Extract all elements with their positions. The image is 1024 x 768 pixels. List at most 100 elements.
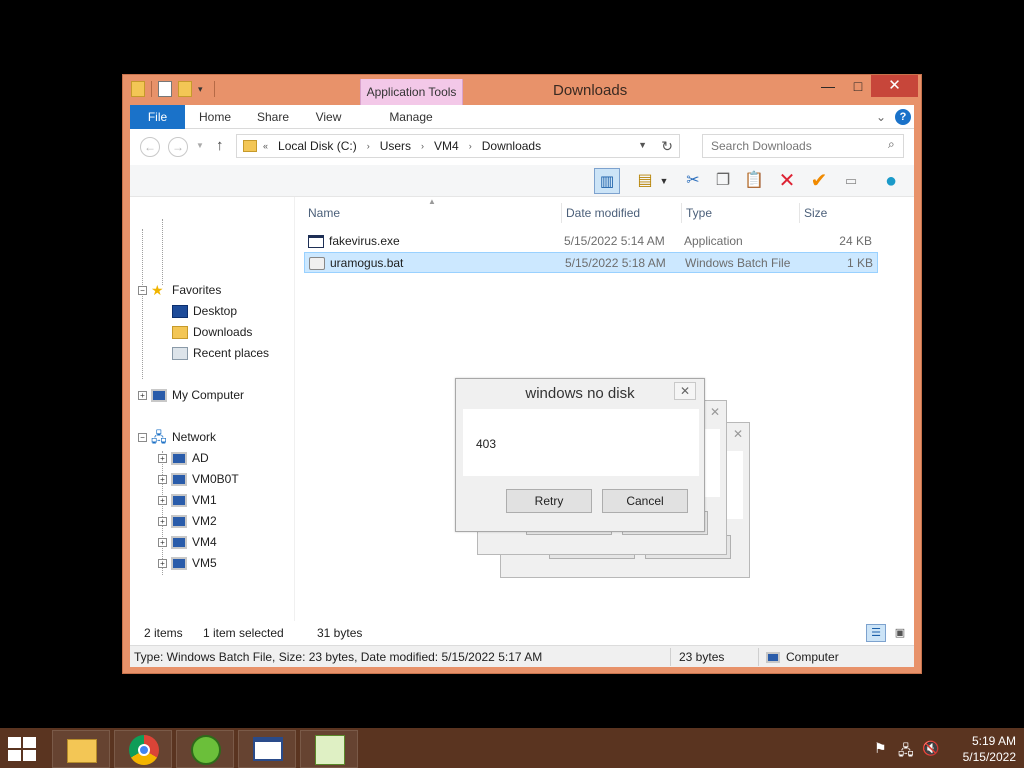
tree-item-vm1[interactable]: + VM1 [158,491,217,509]
file-date: 5/15/2022 5:18 AM [565,256,666,270]
cancel-button[interactable]: Cancel [602,489,688,513]
close-button[interactable]: ✕ [871,75,918,97]
chevron-down-icon[interactable]: ▾ [198,84,208,94]
column-header-date-modified[interactable]: Date modified [562,203,682,223]
explorer-window: ▾ Application Tools Downloads — □ ✕ File… [122,74,922,674]
back-button[interactable]: ← [140,137,160,157]
paste-icon[interactable]: 📋 [741,168,767,194]
status-bar: 2 items 1 item selected 31 bytes ☰ ▣ [130,621,914,645]
maximize-button[interactable]: □ [843,75,873,97]
breadcrumb-downloads[interactable]: Downloads [482,139,541,153]
expand-ribbon-icon[interactable]: ⌄ [874,105,888,129]
expand-icon[interactable]: + [158,538,167,548]
column-header-name[interactable]: Name [304,203,562,223]
action-center-flag-icon[interactable]: ⚑ [874,740,887,757]
taskbar-file-explorer[interactable] [52,730,110,768]
expand-icon[interactable]: + [158,496,167,506]
file-size: 1 KB [846,256,873,270]
tree-item-favorites[interactable]: − ★ Favorites [138,281,221,299]
breadcrumb-users[interactable]: Users [380,139,411,153]
application-tools-label: Application Tools [360,79,463,105]
dialog-close-button[interactable]: ✕ [674,382,696,400]
tree-item-downloads[interactable]: Downloads [172,323,252,341]
rename-icon[interactable]: ▭ [838,168,864,194]
preview-pane-icon[interactable]: ▥ [594,168,620,194]
breadcrumb-vm4[interactable]: VM4 [434,139,459,153]
up-button[interactable]: ↑ [216,137,224,154]
details-description: Type: Windows Batch File, Size: 23 bytes… [134,650,543,664]
file-row-selected[interactable]: uramogus.bat 5/15/2022 5:18 AM Windows B… [304,252,878,273]
checkmark-icon[interactable]: ✔ [806,168,832,194]
taskbar-chrome[interactable] [114,730,172,768]
tree-item-network[interactable]: − 🖧 Network [138,428,216,446]
start-button[interactable] [8,737,38,761]
file-name-cell: fakevirus.exe [308,231,400,252]
tree-item-vm2[interactable]: + VM2 [158,512,217,530]
properties-icon[interactable] [158,81,172,97]
chevron-right-icon[interactable]: › [421,141,424,151]
address-dropdown-icon[interactable]: ▼ [638,140,647,150]
tree-item-recent-places[interactable]: Recent places [172,344,269,362]
tree-item-vm4[interactable]: + VM4 [158,533,217,551]
column-header-size[interactable]: Size [800,203,880,223]
tab-manage[interactable]: Manage [382,105,440,129]
expand-icon[interactable]: + [158,517,167,527]
globe-icon[interactable]: ● [878,168,904,194]
properties-icon[interactable]: ▤ [632,168,658,194]
tab-view[interactable]: View [306,105,351,129]
expand-icon[interactable]: + [158,559,167,569]
collapse-icon[interactable]: − [138,433,147,443]
volume-muted-icon[interactable]: 🔇 [922,740,939,757]
taskbar-notepad-app[interactable] [300,730,358,768]
tab-file[interactable]: File [130,105,185,129]
tree-item-vm5[interactable]: + VM5 [158,554,217,572]
file-row[interactable]: fakevirus.exe 5/15/2022 5:14 AM Applicat… [304,231,878,252]
tree-item-vm0b0t[interactable]: + VM0B0T [158,470,239,488]
large-icons-view-icon[interactable]: ▣ [890,624,910,642]
clock-time: 5:19 AM [971,734,1016,748]
system-clock[interactable]: 5:19 AM 5/15/2022 [944,733,1016,765]
new-folder-icon[interactable] [178,81,192,97]
tree-item-ad[interactable]: + AD [158,449,209,467]
computer-icon [766,651,780,663]
network-icon: 🖧 [151,429,167,446]
details-location-label: Computer [786,650,839,664]
column-header-type[interactable]: Type [682,203,800,223]
tree-label: VM1 [192,493,217,507]
help-icon[interactable]: ? [895,109,911,125]
tab-share[interactable]: Share [248,105,298,129]
folder-icon[interactable] [131,81,145,97]
title-bar[interactable]: ▾ Application Tools Downloads — □ ✕ [123,75,921,105]
address-bar[interactable]: « Local Disk (C:) › Users › VM4 › Downlo… [236,134,680,158]
details-view-icon[interactable]: ☰ [866,624,886,642]
refresh-icon[interactable]: ↻ [661,138,673,155]
forward-button[interactable]: → [168,137,188,157]
address-row: ← → ▼ ↑ « Local Disk (C:) › Users › VM4 … [130,129,914,165]
delete-icon[interactable]: ✕ [774,168,800,194]
expand-icon[interactable]: + [138,391,147,401]
computer-icon [171,452,187,466]
cut-icon[interactable]: ✂ [680,168,706,194]
expand-icon[interactable]: + [158,454,167,464]
chevron-down-icon[interactable]: ▼ [658,168,670,194]
taskbar-frog-app[interactable] [176,730,234,768]
search-input[interactable]: Search Downloads [702,134,904,158]
breadcrumb-local-disk[interactable]: Local Disk (C:) [278,139,357,153]
tree-item-desktop[interactable]: Desktop [172,302,237,320]
minimize-button[interactable]: — [813,75,843,97]
chevron-right-icon[interactable]: › [469,141,472,151]
tree-item-my-computer[interactable]: + My Computer [138,386,244,404]
details-bar: Type: Windows Batch File, Size: 23 bytes… [130,645,914,667]
copy-icon[interactable]: ❐ [710,168,736,194]
sort-ascending-icon: ▲ [428,197,436,206]
collapse-icon[interactable]: − [138,286,147,296]
retry-button[interactable]: Retry [506,489,592,513]
taskbar-window-app[interactable] [238,730,296,768]
search-icon[interactable]: ⌕ [888,137,908,152]
network-icon[interactable]: 🖧 [898,740,914,764]
tab-home[interactable]: Home [190,105,240,129]
recent-locations-icon[interactable]: ▼ [196,141,204,150]
overflow-icon[interactable]: « [263,141,268,151]
expand-icon[interactable]: + [158,475,167,485]
chevron-right-icon[interactable]: › [367,141,370,151]
